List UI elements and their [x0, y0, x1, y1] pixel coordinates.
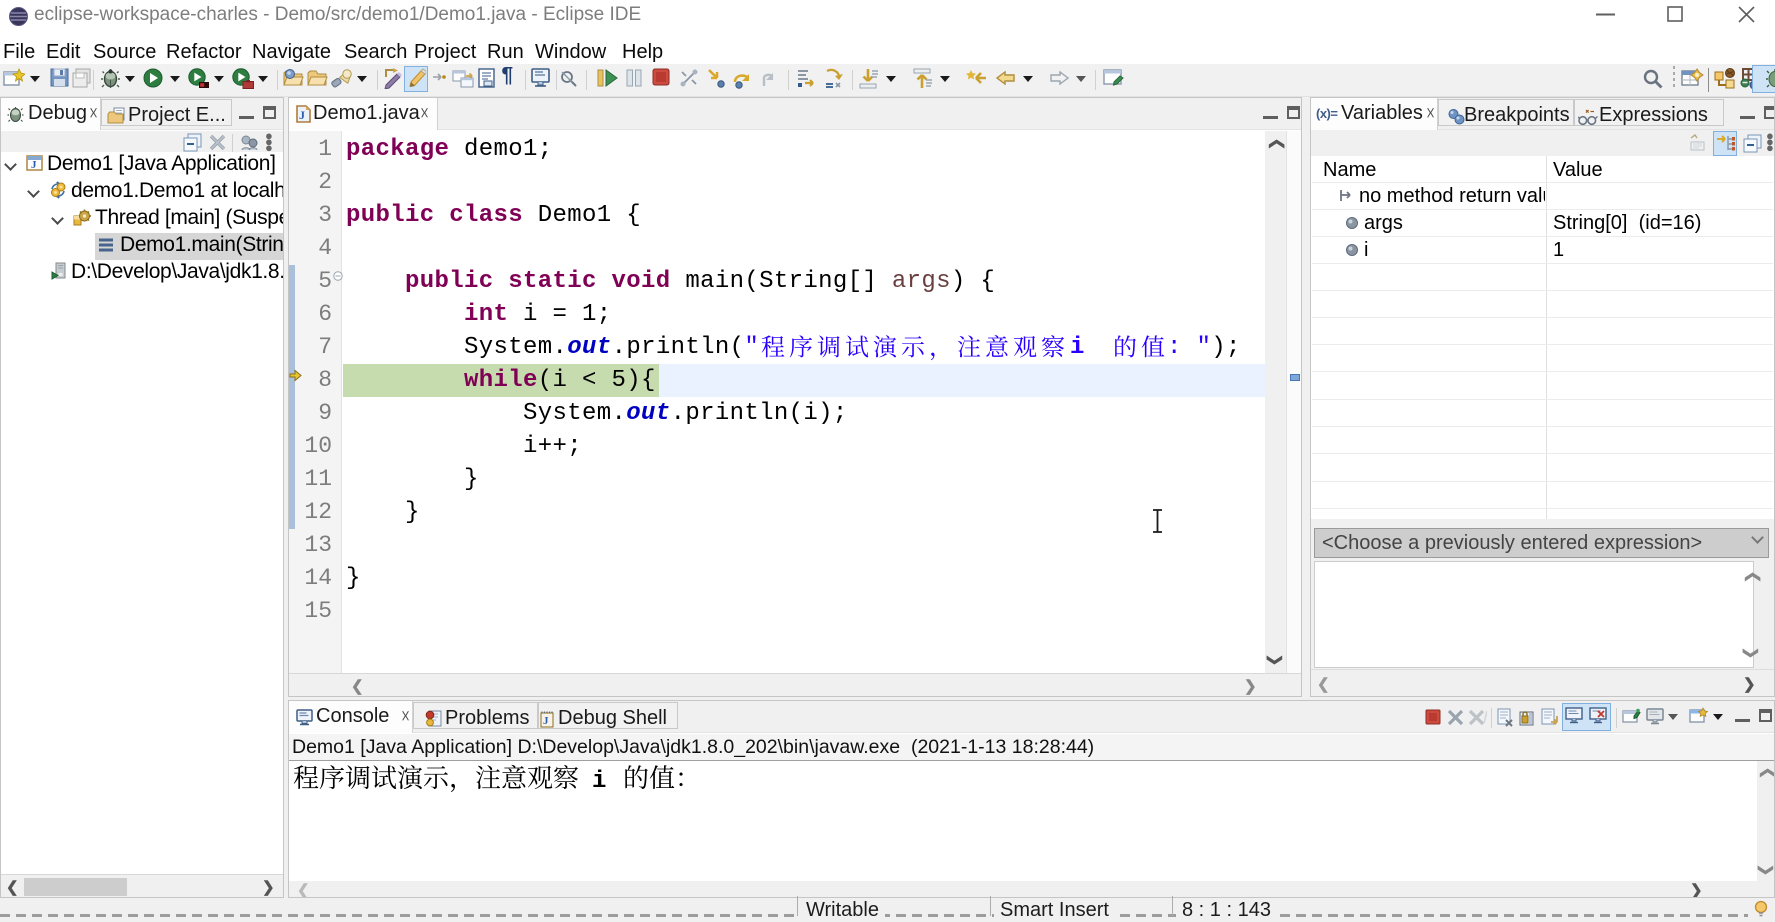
- svg-text:J: J: [543, 715, 549, 727]
- svg-text:J: J: [299, 108, 305, 122]
- svg-text:J: J: [31, 159, 37, 171]
